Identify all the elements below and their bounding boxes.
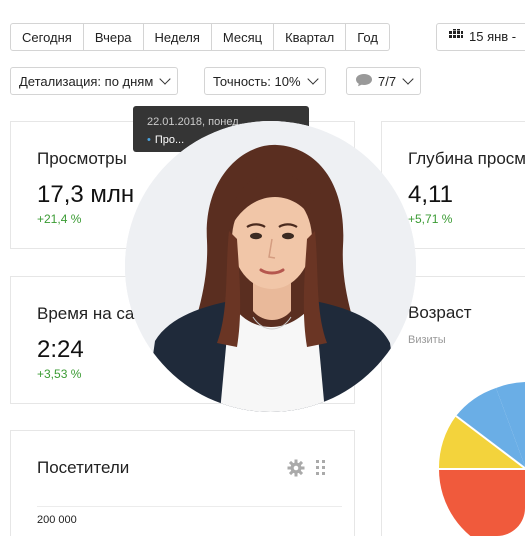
period-yesterday-button[interactable]: Вчера bbox=[83, 23, 144, 51]
detail-label: Детализация: по дням bbox=[19, 73, 154, 89]
depth-title: Глубина просм bbox=[408, 149, 525, 168]
views-title: Просмотры bbox=[37, 149, 127, 168]
age-subtitle: Визиты bbox=[408, 334, 446, 346]
period-month-button[interactable]: Месяц bbox=[211, 23, 275, 51]
segments-dropdown[interactable]: 7/7 bbox=[346, 67, 422, 95]
calendar-icon bbox=[449, 24, 463, 50]
date-range-label: 15 янв - bbox=[469, 29, 517, 44]
period-quarter-button[interactable]: Квартал bbox=[274, 23, 347, 51]
date-range-button[interactable]: 15 янв - bbox=[436, 23, 525, 51]
chevron-down-icon bbox=[306, 73, 319, 85]
views-delta: +21,4 % bbox=[37, 212, 82, 226]
period-selector: Сегодня Вчера Неделя Месяц Квартал Год bbox=[10, 23, 390, 51]
visitors-title: Посетители bbox=[37, 458, 130, 477]
age-slice-red bbox=[438, 469, 525, 536]
period-today-button[interactable]: Сегодня bbox=[10, 23, 84, 51]
age-title: Возраст bbox=[408, 303, 472, 322]
accuracy-label: Точность: 10% bbox=[213, 73, 301, 89]
accuracy-dropdown[interactable]: Точность: 10% bbox=[204, 67, 326, 95]
age-pie-chart bbox=[438, 382, 525, 536]
time-delta: +3,53 % bbox=[37, 367, 82, 381]
drag-handle-icon[interactable] bbox=[316, 460, 326, 481]
segments-label: 7/7 bbox=[378, 73, 397, 89]
period-year-button[interactable]: Год bbox=[346, 23, 390, 51]
tooltip-series: Про... bbox=[147, 134, 184, 146]
visitors-axis-label: 200 000 bbox=[37, 514, 77, 526]
detail-dropdown[interactable]: Детализация: по дням bbox=[10, 67, 179, 95]
chevron-down-icon bbox=[402, 73, 414, 85]
chart-gridline bbox=[37, 506, 342, 507]
metrica-dashboard: Сегодня Вчера Неделя Месяц Квартал Год 1… bbox=[0, 0, 525, 536]
gear-icon[interactable] bbox=[287, 459, 305, 482]
views-value: 17,3 млн bbox=[37, 181, 135, 208]
chevron-down-icon bbox=[159, 73, 171, 85]
comment-icon bbox=[355, 73, 373, 90]
time-value: 2:24 bbox=[37, 336, 84, 363]
visitors-card: Посетители 200 000 bbox=[10, 430, 355, 536]
period-week-button[interactable]: Неделя bbox=[143, 23, 212, 51]
depth-value: 4,11 bbox=[408, 181, 453, 208]
depth-delta: +5,71 % bbox=[408, 212, 453, 226]
portrait-photo bbox=[125, 121, 416, 412]
